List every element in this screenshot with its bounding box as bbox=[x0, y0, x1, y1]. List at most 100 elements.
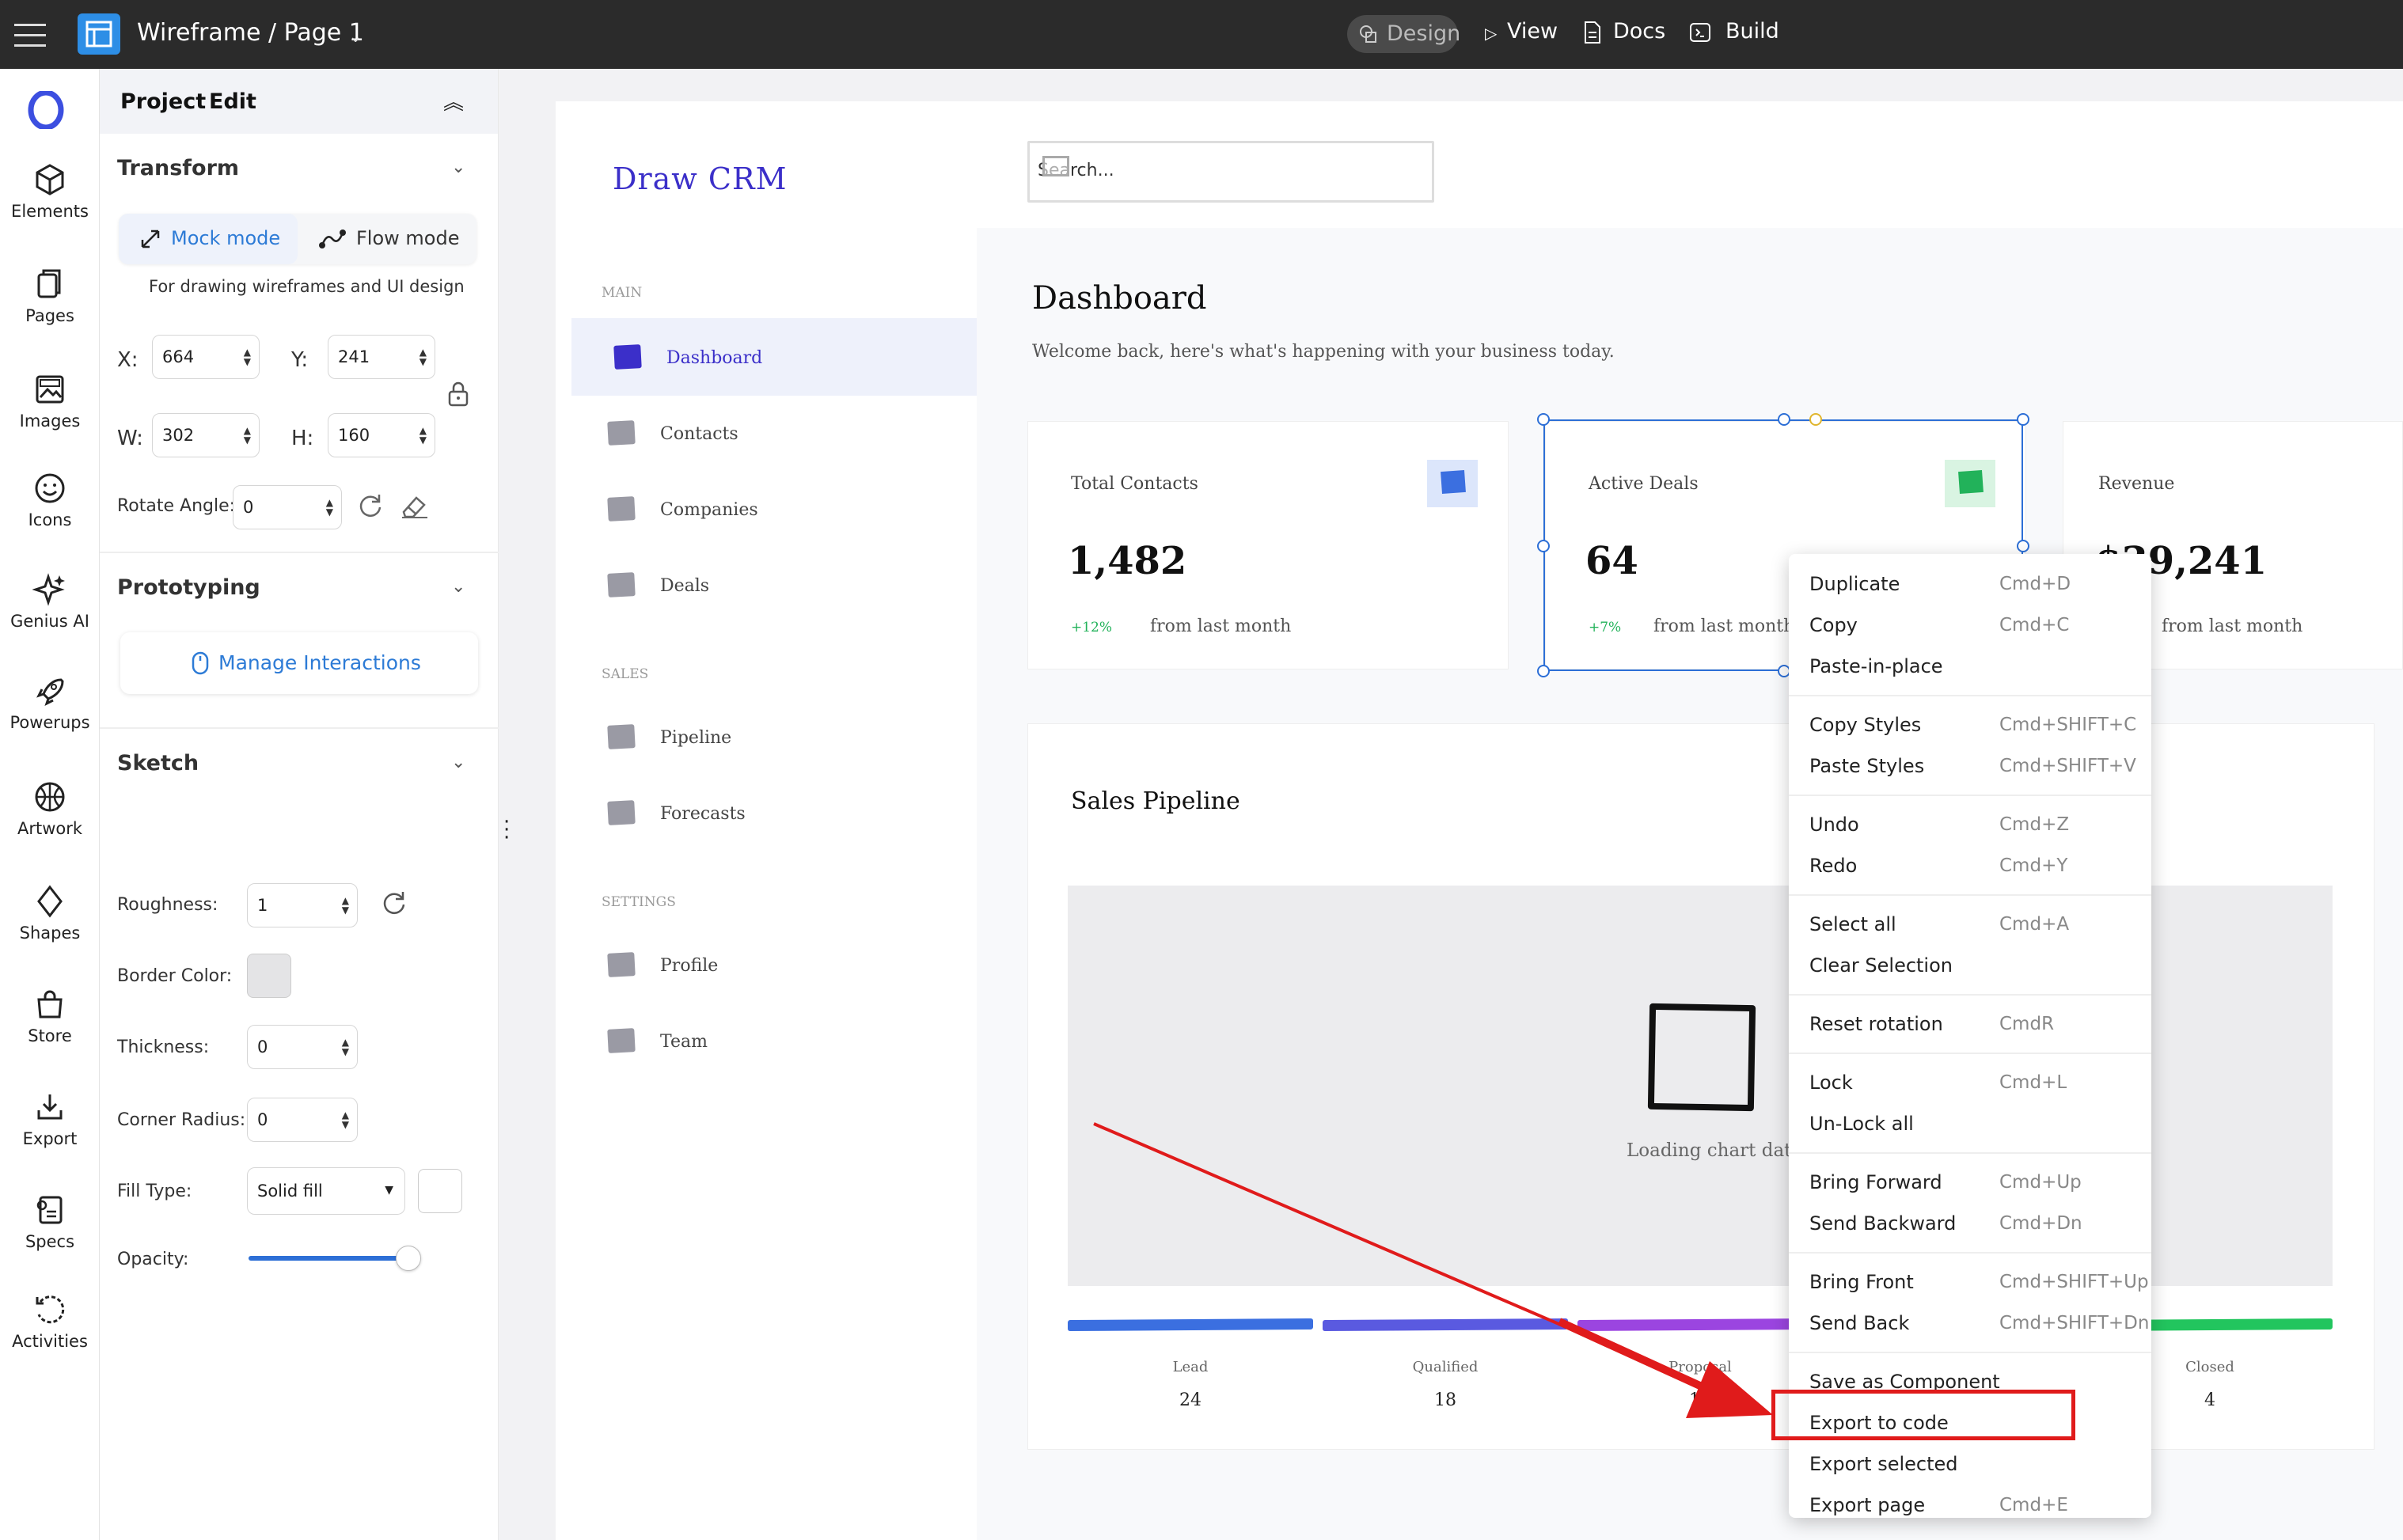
chevron-down-icon[interactable]: ⌄ bbox=[451, 753, 465, 772]
crm-nav-profile[interactable]: Profile bbox=[571, 926, 977, 1002]
mock-mode-button[interactable]: Mock mode bbox=[119, 214, 298, 264]
brand-o-icon[interactable] bbox=[27, 91, 65, 129]
menu-separator bbox=[1789, 1352, 2151, 1353]
rail-item-artwork[interactable]: Artwork bbox=[0, 779, 100, 838]
menu-item-export-page[interactable]: Export page Cmd+E bbox=[1789, 1485, 2151, 1526]
stepper-icon[interactable]: ▲ ▼ bbox=[342, 1037, 349, 1056]
rotate-label: Rotate Angle: bbox=[117, 496, 236, 516]
collapse-up-icon[interactable]: ︽ bbox=[443, 86, 464, 116]
hamburger-menu-icon[interactable] bbox=[14, 21, 46, 47]
selection-handle[interactable] bbox=[1778, 413, 1790, 426]
rotate-input[interactable]: 0 ▲ ▼ bbox=[233, 485, 342, 529]
rail-item-specs[interactable]: Specs bbox=[0, 1193, 100, 1251]
context-menu: Duplicate Cmd+D Copy Cmd+C Paste-in-place Cop… bbox=[1789, 554, 2151, 1518]
menu-item-duplicate[interactable]: Duplicate Cmd+D bbox=[1789, 563, 2151, 605]
menu-item-redo[interactable]: Redo Cmd+Y bbox=[1789, 845, 2151, 886]
y-input[interactable]: 241 ▲ ▼ bbox=[328, 335, 435, 379]
stepper-icon[interactable]: ▲ ▼ bbox=[326, 498, 333, 517]
opacity-slider-track[interactable] bbox=[249, 1246, 421, 1271]
menu-item-label: Copy bbox=[1809, 614, 1858, 636]
menu-item-label: Reset rotation bbox=[1809, 1013, 1943, 1035]
h-input[interactable]: 160 ▲ ▼ bbox=[328, 413, 435, 457]
rail-item-images[interactable]: Images bbox=[0, 372, 100, 431]
flow-mode-button[interactable]: Flow mode bbox=[298, 214, 476, 264]
crm-nav-pipeline[interactable]: Pipeline bbox=[571, 698, 977, 774]
menu-item-export-selected[interactable]: Export selected bbox=[1789, 1443, 2151, 1485]
crm-nav-dashboard[interactable]: Dashboard bbox=[571, 318, 977, 396]
stat-label: Total Contacts bbox=[1071, 474, 1198, 494]
fill-color-swatch[interactable] bbox=[418, 1169, 462, 1213]
rail-item-elements[interactable]: Elements bbox=[0, 162, 100, 221]
chevron-down-icon[interactable]: ⌄ bbox=[451, 577, 465, 597]
selection-handle[interactable] bbox=[1537, 540, 1550, 552]
selection-handle[interactable] bbox=[1537, 413, 1550, 426]
border-color-swatch[interactable] bbox=[247, 954, 291, 998]
rail-item-shapes[interactable]: Shapes bbox=[0, 884, 100, 943]
rotation-handle[interactable] bbox=[1809, 413, 1822, 426]
menu-item-clear-selection[interactable]: Clear Selection bbox=[1789, 945, 2151, 986]
w-input[interactable]: 302 ▲ ▼ bbox=[152, 413, 260, 457]
menu-item-reset-rotation[interactable]: Reset rotation CmdR bbox=[1789, 1003, 2151, 1045]
crm-nav-team[interactable]: Team bbox=[571, 1002, 977, 1078]
mouse-icon bbox=[192, 651, 209, 675]
tab-edit[interactable]: Edit bbox=[209, 89, 256, 114]
rail-item-icons[interactable]: Icons bbox=[0, 471, 100, 529]
rail-item-genius-ai[interactable]: Genius AI bbox=[0, 572, 100, 631]
stepper-icon[interactable]: ▲ ▼ bbox=[244, 347, 251, 366]
menu-item-select-all[interactable]: Select all Cmd+A bbox=[1789, 904, 2151, 945]
tab-project[interactable]: Project bbox=[120, 89, 206, 114]
menu-item-lock[interactable]: Lock Cmd+L bbox=[1789, 1062, 2151, 1103]
rotate-reset-icon[interactable] bbox=[356, 491, 385, 520]
menu-item-un-lock-all[interactable]: Un-Lock all bbox=[1789, 1103, 2151, 1144]
rail-item-export[interactable]: Export bbox=[0, 1090, 100, 1148]
roughness-input[interactable]: 1 ▲ ▼ bbox=[247, 883, 358, 927]
selection-handle[interactable] bbox=[1537, 665, 1550, 677]
crm-brand[interactable]: Draw CRM bbox=[613, 161, 788, 196]
menu-item-label: Send Back bbox=[1809, 1312, 1910, 1334]
rail-item-store[interactable]: Store bbox=[0, 987, 100, 1045]
crm-nav-deals[interactable]: Deals bbox=[571, 546, 977, 622]
thickness-input[interactable]: 0 ▲ ▼ bbox=[247, 1025, 358, 1069]
opacity-slider-handle[interactable] bbox=[395, 1246, 421, 1271]
corner-radius-input[interactable]: 0 ▲ ▼ bbox=[247, 1098, 358, 1142]
tab-design[interactable]: Design bbox=[1347, 15, 1460, 53]
chevron-down-icon[interactable]: ⌄ bbox=[451, 157, 465, 177]
stepper-icon[interactable]: ▲ ▼ bbox=[419, 426, 427, 445]
x-input[interactable]: 664 ▲ ▼ bbox=[152, 335, 260, 379]
menu-item-undo[interactable]: Undo Cmd+Z bbox=[1789, 804, 2151, 845]
refresh-icon[interactable] bbox=[380, 889, 408, 917]
stepper-icon[interactable]: ▲ ▼ bbox=[419, 347, 427, 366]
menu-item-paste-in-place[interactable]: Paste-in-place bbox=[1789, 646, 2151, 687]
menu-item-send-backward[interactable]: Send Backward Cmd+Dn bbox=[1789, 1203, 2151, 1244]
nav-square-icon bbox=[607, 496, 636, 522]
rail-item-powerups[interactable]: Powerups bbox=[0, 673, 100, 732]
manage-interactions-button[interactable]: Manage Interactions bbox=[120, 632, 478, 694]
menu-item-bring-front[interactable]: Bring Front Cmd+SHIFT+Up bbox=[1789, 1261, 2151, 1303]
menu-item-paste-styles[interactable]: Paste Styles Cmd+SHIFT+V bbox=[1789, 745, 2151, 787]
page-title[interactable]: Wireframe / Page 1 bbox=[137, 19, 364, 47]
nav-label: Team bbox=[660, 1032, 708, 1052]
stepper-icon[interactable]: ▲ ▼ bbox=[244, 426, 251, 445]
lock-aspect-icon[interactable] bbox=[446, 381, 470, 408]
fill-type-select[interactable]: Solid fill ▼ bbox=[247, 1167, 405, 1215]
menu-item-copy-styles[interactable]: Copy Styles Cmd+SHIFT+C bbox=[1789, 704, 2151, 745]
selection-handle[interactable] bbox=[2017, 540, 2029, 552]
eraser-icon[interactable] bbox=[399, 491, 431, 520]
rocket-icon bbox=[36, 678, 64, 706]
crm-nav-forecasts[interactable]: Forecasts bbox=[571, 774, 977, 850]
menu-item-bring-forward[interactable]: Bring Forward Cmd+Up bbox=[1789, 1162, 2151, 1203]
chevron-down-icon[interactable]: ⌄ bbox=[348, 27, 363, 47]
rail-item-activities[interactable]: Activities bbox=[0, 1292, 100, 1351]
crm-nav-companies[interactable]: Companies bbox=[571, 470, 977, 546]
stat-card-contacts[interactable]: Total Contacts 1,482 +12% from last mont… bbox=[1027, 421, 1509, 669]
selection-handle[interactable] bbox=[2017, 413, 2029, 426]
panel-resize-handle[interactable]: · · · bbox=[503, 812, 510, 848]
stepper-icon[interactable]: ▲ ▼ bbox=[342, 1110, 349, 1129]
rail-item-pages[interactable]: Pages bbox=[0, 267, 100, 325]
menu-item-copy[interactable]: Copy Cmd+C bbox=[1789, 605, 2151, 646]
menu-item-send-back[interactable]: Send Back Cmd+SHIFT+Dn bbox=[1789, 1303, 2151, 1344]
crm-search-input[interactable]: Search... bbox=[1027, 141, 1434, 203]
dashboard-title[interactable]: Dashboard bbox=[1032, 280, 1206, 317]
crm-nav-contacts[interactable]: Contacts bbox=[571, 394, 977, 470]
stepper-icon[interactable]: ▲ ▼ bbox=[342, 896, 349, 915]
